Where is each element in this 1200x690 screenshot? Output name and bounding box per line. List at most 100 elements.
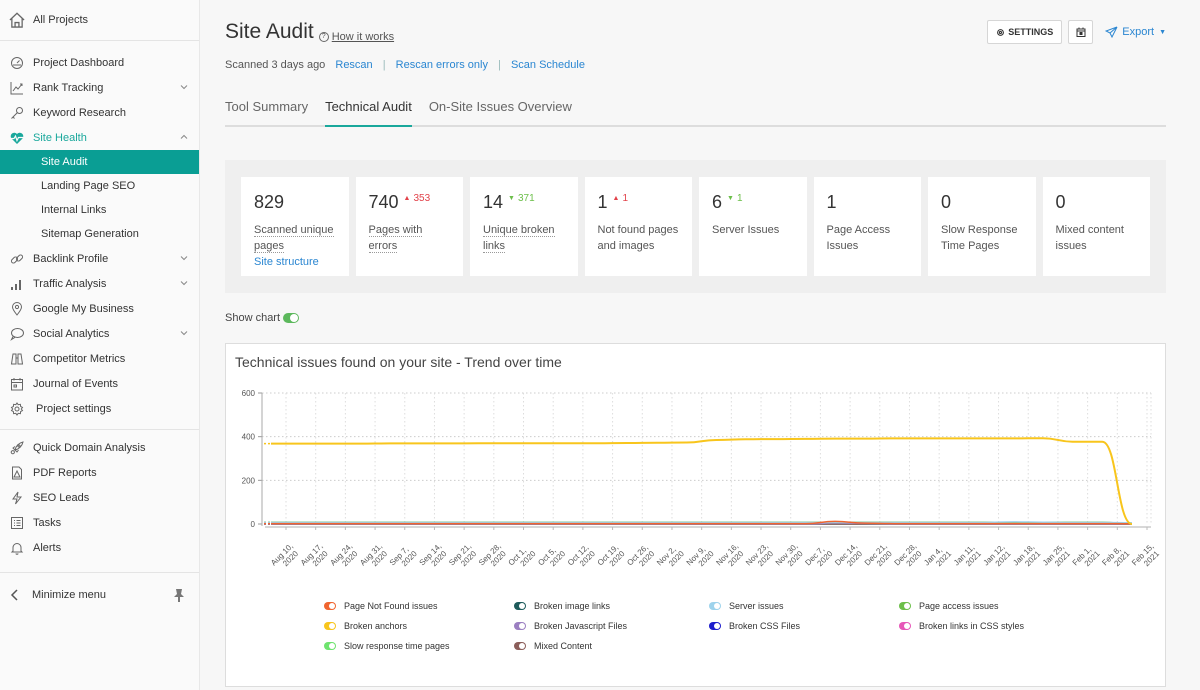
- sidebar-item-label: Keyword Research: [33, 106, 126, 119]
- legend-item-broken-anchors[interactable]: Broken anchors: [324, 621, 407, 631]
- pin-icon[interactable]: [173, 588, 185, 605]
- legend-item-slow-response-time-pages[interactable]: Slow response time pages: [324, 641, 450, 651]
- sidebar-item-label: Traffic Analysis: [33, 277, 107, 290]
- stat-value: 829: [254, 192, 285, 212]
- rescan-link[interactable]: Rescan: [335, 59, 372, 71]
- tab-technical-audit[interactable]: Technical Audit: [325, 93, 412, 127]
- rescan-errors-link[interactable]: Rescan errors only: [396, 59, 488, 71]
- sidebar-item-journal-of-events[interactable]: Journal of Events: [0, 371, 199, 396]
- stat-label[interactable]: Unique broken links: [483, 224, 555, 253]
- sidebar-item-project-dashboard[interactable]: Project Dashboard: [0, 50, 199, 75]
- legend-toggle[interactable]: [514, 602, 526, 610]
- legend-item-mixed-content[interactable]: Mixed Content: [514, 641, 592, 651]
- sidebar-item-rank-tracking[interactable]: Rank Tracking: [0, 75, 199, 100]
- legend-label: Page access issues: [919, 601, 999, 611]
- legend-item-page-access-issues[interactable]: Page access issues: [899, 601, 999, 611]
- scan-schedule-link[interactable]: Scan Schedule: [511, 59, 585, 71]
- chevron-down-icon[interactable]: [179, 253, 189, 263]
- sidebar-item-pdf-reports[interactable]: PDF Reports: [0, 460, 199, 485]
- sidebar-item-tasks[interactable]: Tasks: [0, 510, 199, 535]
- site-structure-link[interactable]: Site structure: [254, 254, 337, 270]
- separator: |: [382, 59, 386, 71]
- sidebar-subitem-sitemap-generation[interactable]: Sitemap Generation: [0, 222, 199, 246]
- sidebar-item-label: Backlink Profile: [33, 252, 109, 265]
- legend-item-broken-javascript-files[interactable]: Broken Javascript Files: [514, 621, 627, 631]
- legend-toggle[interactable]: [514, 642, 526, 650]
- sidebar-subitem-site-audit[interactable]: Site Audit: [0, 150, 199, 174]
- minimize-menu-button[interactable]: Minimize menu: [0, 573, 199, 617]
- chevron-up-icon[interactable]: [179, 132, 189, 142]
- x-tick-label: Dec 28,2020: [893, 542, 925, 574]
- sidebar-item-project-settings[interactable]: Project settings: [0, 396, 199, 421]
- legend-toggle[interactable]: [514, 622, 526, 630]
- legend-label: Server issues: [729, 601, 784, 611]
- sidebar-item-label: PDF Reports: [33, 466, 97, 479]
- legend-toggle[interactable]: [709, 602, 721, 610]
- stat-label: Mixed content issues: [1055, 224, 1124, 252]
- x-tick-label: Jan 18,2021: [1011, 542, 1042, 573]
- calendar-button[interactable]: [1068, 20, 1094, 44]
- export-button[interactable]: Export ▼: [1105, 26, 1166, 38]
- paper-plane-icon: [1105, 26, 1118, 38]
- chevron-left-icon: [10, 589, 24, 601]
- stat-value: 6: [712, 192, 723, 212]
- sidebar: All Projects Project Dashboard Rank Trac…: [0, 0, 200, 690]
- legend-item-broken-css-files[interactable]: Broken CSS Files: [709, 621, 800, 631]
- legend-toggle[interactable]: [899, 602, 911, 610]
- how-it-works[interactable]: ? How it works: [318, 31, 394, 43]
- how-it-works-link[interactable]: How it works: [332, 31, 394, 43]
- x-tick-label: Jan 12,2021: [982, 542, 1013, 573]
- x-tick-label: Feb 1,2021: [1071, 542, 1102, 573]
- sidebar-subitem-landing-page-seo[interactable]: Landing Page SEO: [0, 174, 199, 198]
- legend-toggle[interactable]: [899, 622, 911, 630]
- sidebar-item-quick-domain-analysis[interactable]: Quick Domain Analysis: [0, 435, 199, 460]
- show-chart-toggle[interactable]: [283, 313, 300, 323]
- sidebar-item-label: Project Dashboard: [33, 56, 125, 69]
- stat-label: Not found pages and images: [597, 224, 679, 252]
- sidebar-subitem-internal-links[interactable]: Internal Links: [0, 198, 199, 222]
- legend-item-server-issues[interactable]: Server issues: [709, 601, 784, 611]
- sidebar-item-keyword-research[interactable]: Keyword Research: [0, 100, 199, 125]
- stat-value: 14: [483, 192, 504, 212]
- chevron-down-icon[interactable]: [179, 278, 189, 288]
- stat-card-slow-response-time-pages: 0 Slow Response Time Pages: [928, 177, 1036, 276]
- show-chart: Show chart: [225, 312, 300, 324]
- sidebar-item-seo-leads[interactable]: SEO Leads: [0, 485, 199, 510]
- sidebar-item-alerts[interactable]: Alerts: [0, 535, 199, 560]
- legend-toggle[interactable]: [709, 622, 721, 630]
- tab-tool-summary[interactable]: Tool Summary: [225, 93, 308, 127]
- x-tick-label: Jan 25,2021: [1041, 542, 1072, 573]
- sidebar-item-google-my-business[interactable]: Google My Business: [0, 296, 199, 321]
- sidebar-item-traffic-analysis[interactable]: Traffic Analysis: [0, 271, 199, 296]
- sidebar-item-site-health[interactable]: Site Health: [0, 125, 199, 150]
- stat-card-page-access-issues: 1 Page Access Issues: [813, 177, 921, 276]
- legend-item-broken-image-links[interactable]: Broken image links: [514, 601, 610, 611]
- separator: |: [498, 59, 501, 71]
- tab-on-site-issues-overview[interactable]: On-Site Issues Overview: [429, 93, 572, 127]
- chevron-down-icon[interactable]: [179, 328, 189, 338]
- y-tick-label: 200: [242, 476, 256, 485]
- legend-item-broken-links-in-css-styles[interactable]: Broken links in CSS styles: [899, 621, 1024, 631]
- stat-delta-value: 1: [622, 193, 629, 204]
- sidebar-item-social-analytics[interactable]: Social Analytics: [0, 321, 199, 346]
- stat-card-server-issues: 6 ▼ 1 Server Issues: [699, 177, 807, 276]
- stat-label[interactable]: Scanned unique pages: [254, 224, 334, 253]
- legend-toggle[interactable]: [324, 642, 336, 650]
- stat-value: 1: [826, 192, 837, 212]
- bar-chart-icon: [8, 277, 26, 291]
- settings-button[interactable]: SETTINGS: [987, 20, 1063, 44]
- sidebar-item-competitor-metrics[interactable]: Competitor Metrics: [0, 346, 199, 371]
- sidebar-item-all-projects[interactable]: All Projects: [0, 0, 199, 40]
- stat-value: 740: [368, 192, 399, 212]
- sidebar-item-backlink-profile[interactable]: Backlink Profile: [0, 246, 199, 271]
- x-tick-label: Nov 2,2020: [655, 542, 686, 573]
- legend-item-page-not-found-issues[interactable]: Page Not Found issues: [324, 601, 438, 611]
- legend-label: Page Not Found issues: [344, 601, 438, 611]
- lightning-icon: [8, 491, 26, 505]
- chevron-down-icon[interactable]: [179, 82, 189, 92]
- legend-toggle[interactable]: [324, 602, 336, 610]
- stat-label[interactable]: Pages with errors: [368, 224, 423, 253]
- x-tick-label: Aug 31,2020: [358, 542, 390, 574]
- legend-toggle[interactable]: [324, 622, 336, 630]
- stat-card-scanned-unique-pages: 829 Scanned unique pages Site structure: [241, 177, 349, 276]
